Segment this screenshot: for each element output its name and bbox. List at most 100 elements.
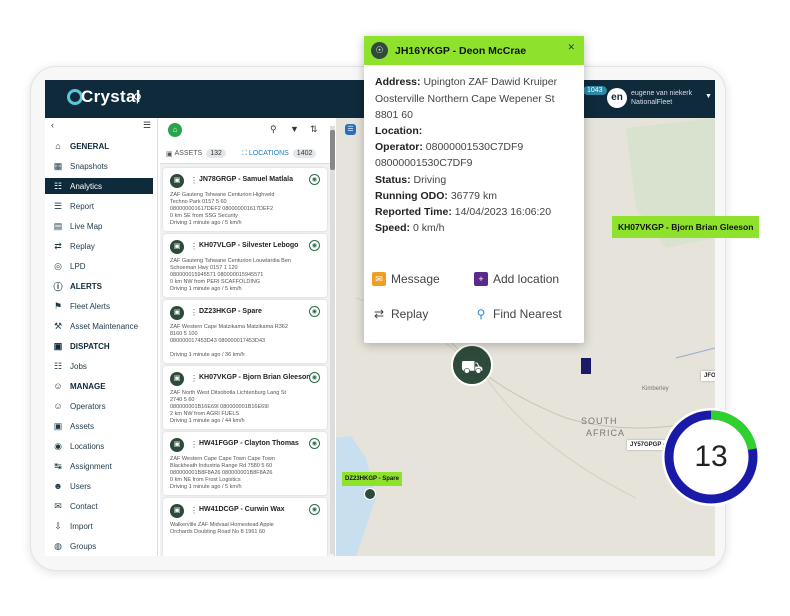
asset-detail-line: ZAF Gauteng Tshwane Centurion Louwlardia… <box>170 258 291 264</box>
sidebar-item-dispatch[interactable]: ▣ DISPATCH <box>51 338 110 354</box>
sidebar-item-operators[interactable]: ☺ Operators <box>51 398 105 414</box>
label: Speed: <box>375 222 411 234</box>
list-item[interactable]: ▣ ⋮ HW41DCGP - Curwin Wax ◉ Walkerville ZAF … <box>163 498 327 556</box>
mail-icon: ✉ <box>54 500 62 511</box>
users-icon: ☻ <box>53 481 63 491</box>
steering-wheel-icon[interactable]: ◉ <box>309 240 320 251</box>
wrench-icon: ⚒ <box>53 320 63 331</box>
app-logo[interactable]: Crystal <box>67 87 141 107</box>
value: 14/04/2023 16:06:20 <box>454 206 552 218</box>
list-item[interactable]: ▣ ⋮ KH07VLGP - Silvester Lebogo ◉ ZAF Gauten… <box>163 234 327 297</box>
map-vehicle-tag[interactable]: JFO8MKGP <box>701 371 715 381</box>
home-icon[interactable]: ⌂ <box>168 123 182 137</box>
close-icon[interactable]: ✕ <box>567 42 575 53</box>
steering-wheel-icon[interactable]: ◉ <box>309 174 320 185</box>
search-icon[interactable]: ⚲ <box>270 124 277 135</box>
sidebar-item-jobs[interactable]: ☷ Jobs <box>51 358 87 374</box>
sidebar-item-replay[interactable]: ⇄ Replay <box>51 238 95 254</box>
search-icon[interactable]: ⚲ <box>133 91 142 105</box>
sidebar-item-alerts[interactable]: ⓘ ALERTS <box>51 278 102 294</box>
user-info[interactable]: eugene van niekerk NationalFleet <box>631 89 692 107</box>
avatar[interactable]: en <box>607 88 627 108</box>
sidebar-item-manage[interactable]: ☺ MANAGE <box>51 378 105 394</box>
sidebar-item-locations[interactable]: ◉ Locations <box>51 438 104 454</box>
asset-detail-line: 8160 5 100 <box>170 331 198 337</box>
more-icon[interactable]: ⋮ <box>190 506 198 515</box>
sidebar-item-assignment[interactable]: ↹ Assignment <box>51 458 112 474</box>
globe-icon: ◍ <box>54 540 62 551</box>
sidebar-item-lpd[interactable]: ◎ LPD <box>51 258 86 274</box>
sidebar-item-asset-maintenance[interactable]: ⚒ Asset Maintenance <box>51 318 138 334</box>
map-icon: ▤ <box>53 220 63 231</box>
steering-wheel-icon[interactable]: ◉ <box>309 438 320 449</box>
popup-address-line: Oosterville Northern Cape Wepener St <box>375 93 555 105</box>
sidebar-item-label: Import <box>70 521 93 531</box>
replay-button[interactable]: ⇄ Replay <box>372 307 428 321</box>
asset-detail-line: 080000001B8F8A26 080000001B8F8A26 <box>170 470 273 476</box>
find-nearest-button[interactable]: ⚲ Find Nearest <box>474 307 562 321</box>
sidebar-item-snapshots[interactable]: ▦ Snapshots <box>51 158 108 174</box>
asset-detail-line: Orchards Doubling Road No 8 1961 60 <box>170 529 266 535</box>
message-button[interactable]: ✉ Message <box>372 272 440 286</box>
asset-detail-line: ZAF North West Ditsobotla Lichtenburg La… <box>170 390 287 396</box>
menu-icon[interactable]: ☰ <box>143 120 151 131</box>
sort-icon[interactable]: ⇅ <box>310 124 318 135</box>
sidebar: ‹ ☰ ⌂ GENERAL ▦ Snapshots ☷ Analytics ☰ Report ▤… <box>45 118 158 556</box>
truck-icon: ▣ <box>53 340 63 351</box>
label: Reported Time: <box>375 206 452 218</box>
car-icon: ▣ <box>170 372 184 386</box>
tab-assets[interactable]: ▣ ASSETS 132 <box>166 149 226 158</box>
popup-odo: Running ODO: 36779 km <box>375 190 497 202</box>
list-item[interactable]: ▣ ⋮ DZ23HKGP - Spare ◉ ZAF Western Cape Matz… <box>163 300 327 363</box>
list-item[interactable]: ▣ ⋮ KH07VKGP - Bjorn Brian Gleeson ◉ ZAF Nor… <box>163 366 327 429</box>
list-item[interactable]: ▣ ⋮ HW41FGGP - Clayton Thomas ◉ ZAF Western … <box>163 432 327 495</box>
replay-icon: ⇄ <box>372 307 386 321</box>
map-vehicle-marker[interactable] <box>364 488 376 500</box>
car-icon: ▣ <box>166 150 173 158</box>
popup-address-line: 8801 60 <box>375 109 413 121</box>
sidebar-item-label: LPD <box>70 261 86 271</box>
sidebar-item-assets[interactable]: ▣ Assets <box>51 418 94 434</box>
tab-locations[interactable]: ⛶ LOCATIONS 1402 <box>242 149 317 158</box>
popup-address: Address: Upington ZAF Dawid Kruiper <box>375 76 557 88</box>
sidebar-item-report[interactable]: ☰ Report <box>51 198 94 214</box>
chevron-left-icon[interactable]: ‹ <box>51 120 54 130</box>
list-item[interactable]: ▣ ⋮ JN78GRGP - Samuel Matlala ◉ ZAF Gauteng … <box>163 168 327 231</box>
asset-detail-line: ZAF Gauteng Tshwane Centurion Highveld <box>170 192 275 198</box>
list-scrollbar[interactable] <box>330 126 335 554</box>
map-vehicle-marker[interactable] <box>581 358 591 374</box>
steering-wheel-icon[interactable]: ◉ <box>309 504 320 515</box>
plus-icon: + <box>474 272 488 286</box>
more-icon[interactable]: ⋮ <box>190 176 198 185</box>
steering-wheel-icon[interactable]: ◉ <box>309 306 320 317</box>
button-label: Find Nearest <box>493 307 562 321</box>
sidebar-item-import[interactable]: ⇩ Import <box>51 518 93 534</box>
selected-vehicle-marker[interactable]: ⛟ <box>451 344 493 386</box>
map-vehicle-tag-dz23hkgp[interactable]: DZ23HKGP - Spare <box>342 472 402 486</box>
pin-icon: ◉ <box>54 440 62 451</box>
more-icon[interactable]: ⋮ <box>190 374 198 383</box>
value: 08000001530C7DF9 <box>425 141 524 153</box>
asset-detail-line: Driving 1 minute ago / 44 km/h <box>170 418 245 424</box>
car-icon: ▣ <box>170 240 184 254</box>
sidebar-item-contact[interactable]: ✉ Contact <box>51 498 97 514</box>
more-icon[interactable]: ⋮ <box>190 440 198 449</box>
map-vehicle-tag-kh07vkgp[interactable]: KH07VKGP - Bjorn Brian Gleeson <box>612 216 760 238</box>
chevron-down-icon[interactable]: ▼ <box>705 93 712 100</box>
asset-name: DZ23HKGP - Spare <box>199 308 262 315</box>
asset-list-panel: ⌂ ⚲ ▼ ⇅ ▣ ASSETS 132 ⛶ LOCATIONS 1402 ▣ ⋮ JN… <box>160 118 335 556</box>
sidebar-item-general[interactable]: ⌂ GENERAL <box>51 138 109 154</box>
filter-icon[interactable]: ▼ <box>290 124 299 134</box>
sidebar-item-live-map[interactable]: ▤ Live Map <box>51 218 103 234</box>
more-icon[interactable]: ⋮ <box>190 308 198 317</box>
sidebar-item-groups[interactable]: ◍ Groups <box>51 538 96 554</box>
sidebar-item-users[interactable]: ☻ Users <box>51 478 91 494</box>
sidebar-item-analytics[interactable]: ☷ Analytics <box>45 178 153 194</box>
scrollbar-thumb[interactable] <box>330 130 335 170</box>
add-location-button[interactable]: + Add location <box>474 272 559 286</box>
more-icon[interactable]: ⋮ <box>190 242 198 251</box>
steering-wheel-icon[interactable]: ◉ <box>309 372 320 383</box>
layers-icon[interactable]: ☰ <box>345 124 356 135</box>
sidebar-item-fleet-alerts[interactable]: ⚑ Fleet Alerts <box>51 298 110 314</box>
notification-badge[interactable]: 1043 <box>583 86 607 95</box>
